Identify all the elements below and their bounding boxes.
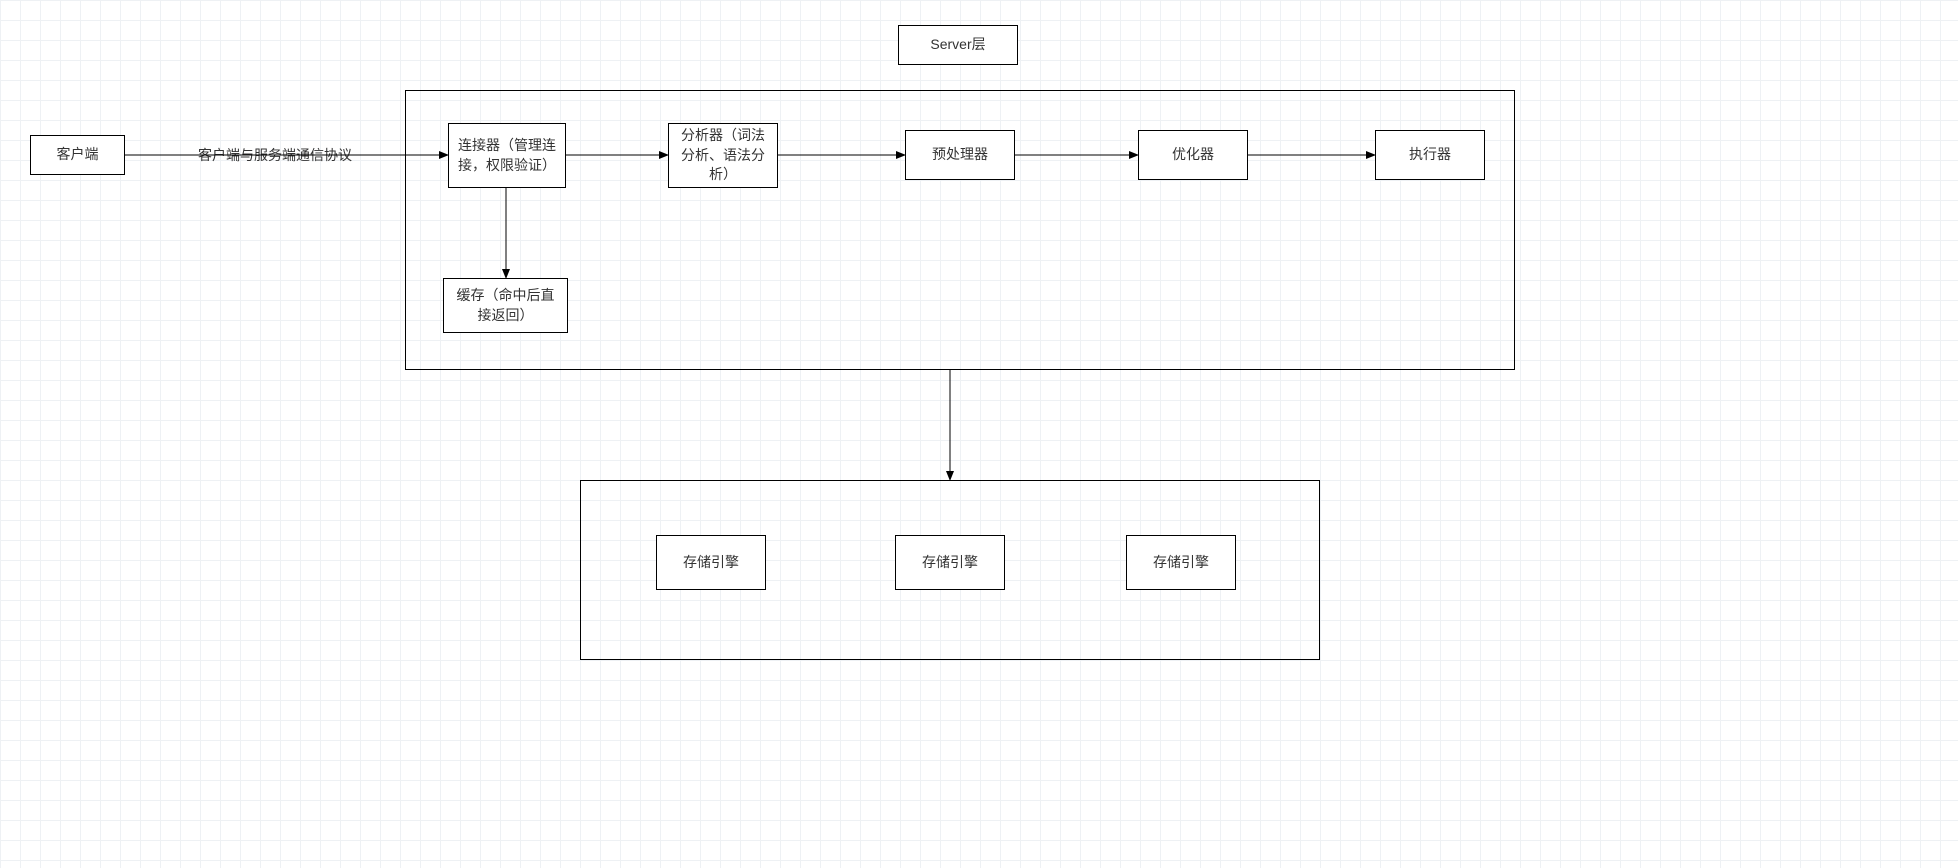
client-text: 客户端 <box>57 145 99 165</box>
executor-text: 执行器 <box>1409 145 1451 165</box>
executor-box: 执行器 <box>1375 130 1485 180</box>
analyzer-text: 分析器（词法分析、语法分析） <box>677 126 769 185</box>
storage-engine-3-text: 存储引擎 <box>1153 553 1209 573</box>
cache-text: 缓存（命中后直接返回） <box>452 286 559 325</box>
server-layer-text: Server层 <box>930 35 985 55</box>
optimizer-box: 优化器 <box>1138 130 1248 180</box>
optimizer-text: 优化器 <box>1172 145 1214 165</box>
storage-engine-2-text: 存储引擎 <box>922 553 978 573</box>
protocol-text: 客户端与服务端通信协议 <box>198 147 352 163</box>
connector-text: 连接器（管理连接，权限验证） <box>457 136 557 175</box>
preprocessor-box: 预处理器 <box>905 130 1015 180</box>
server-layer-label-box: Server层 <box>898 25 1018 65</box>
cache-box: 缓存（命中后直接返回） <box>443 278 568 333</box>
protocol-label: 客户端与服务端通信协议 <box>185 145 365 165</box>
client-box: 客户端 <box>30 135 125 175</box>
connector-box: 连接器（管理连接，权限验证） <box>448 123 566 188</box>
storage-engine-3-box: 存储引擎 <box>1126 535 1236 590</box>
analyzer-box: 分析器（词法分析、语法分析） <box>668 123 778 188</box>
preprocessor-text: 预处理器 <box>932 145 988 165</box>
storage-engine-2-box: 存储引擎 <box>895 535 1005 590</box>
storage-engine-1-text: 存储引擎 <box>683 553 739 573</box>
storage-engine-1-box: 存储引擎 <box>656 535 766 590</box>
